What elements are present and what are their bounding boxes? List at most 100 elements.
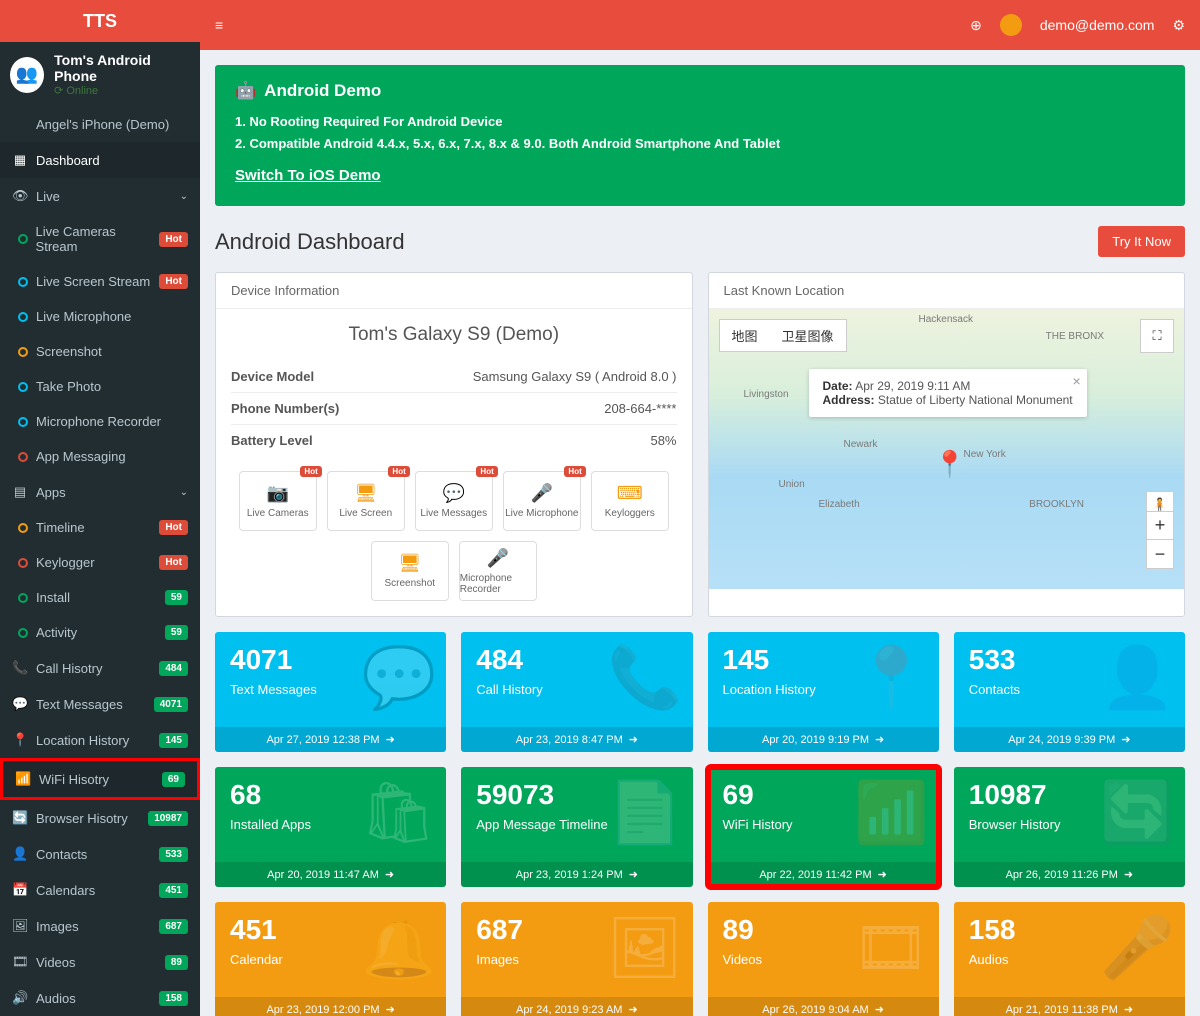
tile-footer[interactable]: Apr 22, 2019 11:42 PM➜ [708,862,939,887]
dashboard-tile[interactable]: 145Location History📍Apr 20, 2019 9:19 PM… [708,632,939,752]
gear-icon[interactable]: ⚙ [1172,17,1185,34]
badge: Hot [159,520,188,535]
banner-line: Compatible Android 4.4.x, 5.x, 6.x, 7.x,… [235,133,1165,155]
tile-date: Apr 21, 2019 11:38 PM [1006,1004,1118,1016]
tile-date: Apr 26, 2019 9:04 AM [762,1004,868,1016]
sidebar-live-item[interactable]: Screenshot [0,334,200,369]
profile-status: ⟳Online [54,84,190,97]
dashboard-tile[interactable]: 68Installed Apps🛍Apr 20, 2019 11:47 AM➜ [215,767,446,887]
info-date: Apr 29, 2019 9:11 AM [855,379,970,393]
sidebar-apps-item[interactable]: Install59 [0,580,200,615]
dashboard-tile[interactable]: 687Images🖼Apr 24, 2019 9:23 AM➜ [461,902,692,1016]
sidebar-live-item[interactable]: App Messaging [0,439,200,474]
tool-label: Live Screen [339,508,392,519]
logo[interactable]: TTS [0,0,200,42]
map-zoom-out[interactable]: − [1147,540,1173,568]
tile-footer[interactable]: Apr 24, 2019 9:39 PM➜ [954,727,1185,752]
map[interactable]: 地图 卫星图像 ⛶ 🧍 + − × Date: Apr 29, 2019 9:1… [709,309,1185,589]
sidebar-item[interactable]: 📞Call Hisotry484 [0,650,200,686]
device-row-key: Phone Number(s) [231,401,339,416]
map-fullscreen-button[interactable]: ⛶ [1140,319,1174,353]
dashboard-tile[interactable]: 89Videos🎞Apr 26, 2019 9:04 AM➜ [708,902,939,1016]
sidebar-live-item[interactable]: Live Cameras StreamHot [0,214,200,264]
sidebar-item[interactable]: 📶WiFi Hisotry69 [0,758,200,800]
tool-button[interactable]: Hot🖥Live Screen [327,471,405,531]
sidebar-live-item[interactable]: Take Photo [0,369,200,404]
map-type-map[interactable]: 地图 [720,320,770,351]
sidebar-item[interactable]: 🖼Images687 [0,908,200,944]
map-label: New York [964,449,1006,460]
tile-footer[interactable]: Apr 26, 2019 11:26 PM➜ [954,862,1185,887]
sidebar-live-item[interactable]: Live Microphone [0,299,200,334]
tool-button[interactable]: 🖥Screenshot [371,541,449,601]
dashboard-tile[interactable]: 451Calendar🔔Apr 23, 2019 12:00 PM➜ [215,902,446,1016]
map-type-sat[interactable]: 卫星图像 [770,320,846,351]
dashboard-tile[interactable]: 158Audios🎤Apr 21, 2019 11:38 PM➜ [954,902,1185,1016]
hamburger-icon[interactable]: ≡ [215,17,223,33]
map-marker-icon[interactable]: 📍 [934,449,966,480]
dashboard-tile[interactable]: 484Call History📞Apr 23, 2019 8:47 PM➜ [461,632,692,752]
sidebar-item[interactable]: 📅Calendars451 [0,872,200,908]
tile-date: Apr 20, 2019 9:19 PM [762,734,869,746]
dashboard-tile[interactable]: 4071Text Messages💬Apr 27, 2019 12:38 PM➜ [215,632,446,752]
apps-icon: ▤ [12,484,28,500]
sidebar-live[interactable]: 👁Live⌄ [0,178,200,214]
content: 🤖Android Demo No Rooting Required For An… [200,50,1200,1016]
sidebar-item-label: WiFi Hisotry [39,772,109,787]
topbar: ≡ ⊕ demo@demo.com ⚙ [200,0,1200,50]
dashboard-tile[interactable]: 59073App Message Timeline📄Apr 23, 2019 1… [461,767,692,887]
tile-footer[interactable]: Apr 26, 2019 9:04 AM➜ [708,997,939,1016]
banner-switch-link[interactable]: Switch To iOS Demo [235,167,381,184]
sidebar-item[interactable]: 🎞Videos89 [0,944,200,980]
close-icon[interactable]: × [1072,373,1080,389]
dashboard-tile[interactable]: 69WiFi History📶Apr 22, 2019 11:42 PM➜ [708,767,939,887]
sidebar-item[interactable]: 👤Contacts533 [0,836,200,872]
circle-icon [18,347,28,357]
sidebar-item[interactable]: 🔄Browser Hisotry10987 [0,800,200,836]
sidebar-item-label: Text Messages [36,697,123,712]
user-avatar[interactable] [1000,14,1022,36]
badge: 59 [165,625,188,640]
sidebar-item[interactable]: 💬Text Messages4071 [0,686,200,722]
sidebar-apps[interactable]: ▤Apps⌄ [0,474,200,510]
tool-icon: ⌨ [617,483,643,504]
tool-button[interactable]: ⌨Keyloggers [591,471,669,531]
sidebar-live-item[interactable]: Microphone Recorder [0,404,200,439]
tile-footer[interactable]: Apr 24, 2019 9:23 AM➜ [461,997,692,1016]
sidebar-apps-item[interactable]: KeyloggerHot [0,545,200,580]
tool-button[interactable]: Hot📷Live Cameras [239,471,317,531]
tool-label: Screenshot [384,578,435,589]
sidebar-item-label: Live Screen Stream [36,274,150,289]
tile-footer[interactable]: Apr 21, 2019 11:38 PM➜ [954,997,1185,1016]
arrow-right-icon: ➜ [1121,733,1130,746]
map-zoom-in[interactable]: + [1147,512,1173,540]
sidebar-main-items: 📞Call Hisotry484💬Text Messages4071📍Locat… [0,650,200,1016]
sidebar-item[interactable]: 📍Location History145 [0,722,200,758]
menu-icon: 🔊 [12,990,28,1006]
tile-footer[interactable]: Apr 23, 2019 1:24 PM➜ [461,862,692,887]
dashboard-tile[interactable]: 533Contacts👤Apr 24, 2019 9:39 PM➜ [954,632,1185,752]
sidebar-dashboard[interactable]: ▦Dashboard [0,142,200,178]
arrow-right-icon: ➜ [875,733,884,746]
sidebar-live-item[interactable]: Live Screen StreamHot [0,264,200,299]
tile-bg-icon: 🔔 [362,912,437,983]
dashboard-tile[interactable]: 10987Browser History🔄Apr 26, 2019 11:26 … [954,767,1185,887]
tile-footer[interactable]: Apr 23, 2019 12:00 PM➜ [215,997,446,1016]
tile-footer[interactable]: Apr 20, 2019 9:19 PM ➜ [708,727,939,752]
tool-button[interactable]: 🎤Microphone Recorder [459,541,537,601]
tile-footer[interactable]: Apr 20, 2019 11:47 AM➜ [215,862,446,887]
sidebar-apps-item[interactable]: TimelineHot [0,510,200,545]
device-row: Battery Level58% [231,425,677,456]
map-type-control[interactable]: 地图 卫星图像 [719,319,847,352]
sidebar-demo-link[interactable]: Angel's iPhone (Demo) [0,107,200,142]
tile-footer[interactable]: Apr 23, 2019 8:47 PM➜ [461,727,692,752]
user-email[interactable]: demo@demo.com [1040,17,1155,33]
sidebar-item[interactable]: 🔊Audios158 [0,980,200,1016]
android-icon[interactable]: ⊕ [970,17,982,34]
sidebar-apps-item[interactable]: Activity59 [0,615,200,650]
main: ≡ ⊕ demo@demo.com ⚙ 🤖Android Demo No Roo… [200,0,1200,1016]
tool-button[interactable]: Hot🎤Live Microphone [503,471,581,531]
try-it-now-button[interactable]: Try It Now [1098,226,1185,257]
tile-footer[interactable]: Apr 27, 2019 12:38 PM➜ [215,727,446,752]
tool-button[interactable]: Hot💬Live Messages [415,471,493,531]
